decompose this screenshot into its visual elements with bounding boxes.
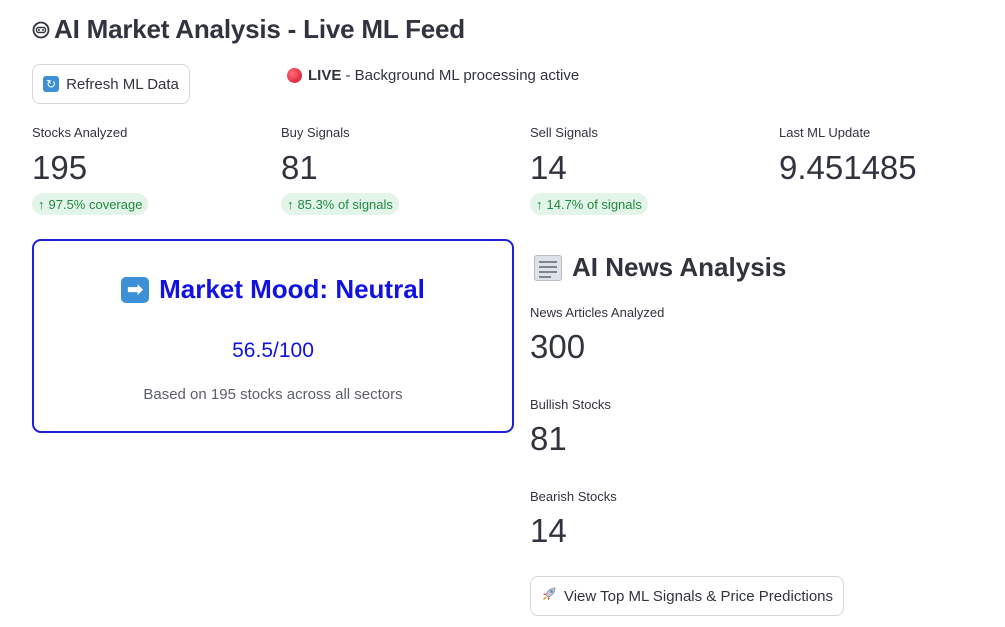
metric-label: Bearish Stocks bbox=[530, 489, 617, 504]
arrow-up-icon: ↑ bbox=[287, 196, 294, 212]
refresh-icon: ↻ bbox=[43, 76, 60, 92]
metric-label: Buy Signals bbox=[281, 125, 350, 140]
live-status-text: - Background ML processing active bbox=[341, 67, 580, 84]
arrow-up-icon: ↑ bbox=[38, 196, 45, 212]
metric-news-articles: News Articles Analyzed 300 bbox=[530, 304, 830, 366]
metric-label: Bullish Stocks bbox=[530, 397, 611, 412]
robot-icon bbox=[32, 21, 50, 39]
live-status: LIVE - Background ML processing active bbox=[287, 67, 579, 84]
metric-bearish-stocks: Bearish Stocks 14 bbox=[530, 488, 830, 550]
metric-stocks-analyzed: Stocks Analyzed 195 ↑ 97.5% coverage bbox=[32, 124, 262, 215]
market-mood-title: ➡ Market Mood: Neutral bbox=[34, 274, 512, 305]
metric-label: Sell Signals bbox=[530, 125, 598, 140]
metric-label: Stocks Analyzed bbox=[32, 125, 128, 140]
view-top-ml-signals-button[interactable]: View Top ML Signals & Price Predictions bbox=[530, 576, 844, 616]
news-section-title: AI News Analysis bbox=[572, 252, 787, 282]
metric-value: 14 bbox=[530, 512, 567, 549]
metric-delta-badge: ↑ 85.3% of signals bbox=[281, 193, 399, 215]
live-label: LIVE bbox=[308, 67, 342, 84]
arrow-up-icon: ↑ bbox=[536, 196, 543, 212]
metric-sell-signals: Sell Signals 14 ↑ 14.7% of signals bbox=[530, 124, 760, 215]
metric-delta-badge: ↑ 14.7% of signals bbox=[530, 193, 648, 215]
metric-label: News Articles Analyzed bbox=[530, 305, 665, 320]
metric-delta-text: 85.3% of signals bbox=[297, 196, 393, 212]
refresh-button-label: Refresh ML Data bbox=[66, 75, 179, 93]
metric-value: 81 bbox=[281, 149, 318, 186]
metric-value: 9.451485 bbox=[779, 149, 917, 186]
metric-delta-badge: ↑ 97.5% coverage bbox=[32, 193, 149, 215]
newspaper-icon bbox=[534, 254, 562, 281]
market-mood-note: Based on 195 stocks across all sectors bbox=[143, 386, 403, 403]
arrow-right-icon: ➡ bbox=[121, 276, 150, 303]
metric-buy-signals: Buy Signals 81 ↑ 85.3% of signals bbox=[281, 124, 511, 215]
market-mood-text: Market Mood: Neutral bbox=[159, 274, 425, 304]
metric-value: 81 bbox=[530, 420, 567, 457]
metric-label: Last ML Update bbox=[779, 125, 871, 140]
metric-value: 300 bbox=[530, 328, 586, 365]
market-mood-card: ➡ Market Mood: Neutral 56.5/100 Based on… bbox=[32, 239, 514, 433]
refresh-ml-data-button[interactable]: ↻ Refresh ML Data bbox=[32, 64, 190, 104]
page-title-text: AI Market Analysis - Live ML Feed bbox=[54, 14, 465, 44]
metric-value: 195 bbox=[32, 149, 88, 186]
market-mood-score: 56.5/100 bbox=[232, 339, 314, 362]
metric-delta-text: 14.7% of signals bbox=[546, 196, 642, 212]
metric-last-ml-update: Last ML Update 9.451485 bbox=[779, 124, 1005, 187]
view-signals-button-label: View Top ML Signals & Price Predictions bbox=[563, 587, 834, 605]
metric-bullish-stocks: Bullish Stocks 81 bbox=[530, 396, 830, 458]
live-indicator-icon bbox=[287, 68, 302, 83]
rocket-icon bbox=[541, 586, 557, 606]
news-section-heading: AI News Analysis bbox=[534, 252, 786, 283]
metric-delta-text: 97.5% coverage bbox=[48, 196, 143, 212]
metric-value: 14 bbox=[530, 149, 567, 186]
page-title: AI Market Analysis - Live ML Feed bbox=[32, 14, 465, 45]
